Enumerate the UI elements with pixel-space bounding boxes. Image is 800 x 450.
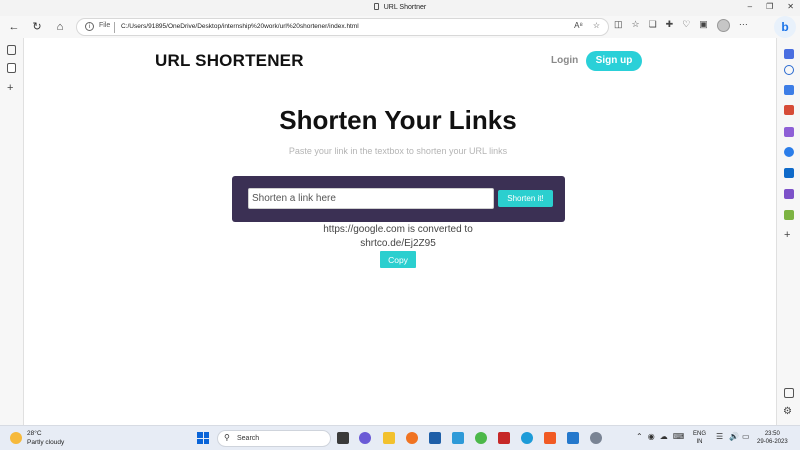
windows-start-icon[interactable]	[197, 432, 209, 444]
back-arrow-icon[interactable]: ←	[6, 19, 22, 35]
page-title: Shorten Your Links	[279, 105, 517, 135]
copy-button[interactable]: Copy	[380, 251, 416, 268]
settings-app-icon[interactable]	[590, 432, 602, 444]
file-label: File	[99, 22, 111, 29]
title-bar: URL Shortner – ❐ ✕	[0, 0, 800, 16]
battery-icon[interactable]: ▭	[742, 432, 750, 441]
weather-temperature[interactable]: 28°C	[27, 430, 42, 437]
notification-bell-icon[interactable]	[784, 49, 794, 59]
read-aloud-icon[interactable]: A⁸	[574, 21, 583, 30]
drop-icon[interactable]	[784, 210, 794, 220]
screenshot-icon[interactable]: ▣	[699, 19, 708, 32]
window-controls: – ❐ ✕	[748, 2, 794, 11]
maximize-icon[interactable]: ❐	[766, 2, 773, 11]
settings-gear-icon[interactable]: ⚙	[783, 406, 792, 417]
edge-sidebar: + ⚙	[776, 38, 800, 425]
info-icon[interactable]: i	[85, 22, 94, 31]
chevron-up-icon[interactable]: ⌃	[636, 432, 643, 441]
chat-icon[interactable]	[359, 432, 371, 444]
login-link[interactable]: Login	[551, 55, 578, 66]
games-icon[interactable]	[784, 127, 794, 137]
browser-window: URL Shortner – ❐ ✕ ← ↻ ⌂ i File C:/Users…	[0, 0, 800, 450]
favorites-icon[interactable]: ☆	[632, 19, 640, 32]
language-code: ENG	[693, 431, 707, 437]
address-bar[interactable]: i File C:/Users/91895/OneDrive/Desktop/i…	[76, 18, 609, 36]
brave-icon[interactable]	[544, 432, 556, 444]
file-explorer-icon[interactable]	[383, 432, 395, 444]
address-divider	[114, 22, 115, 33]
browser-essentials-icon[interactable]: ♡	[682, 19, 690, 32]
more-menu-icon[interactable]: ⋯	[739, 19, 748, 32]
minimize-icon[interactable]: –	[748, 2, 752, 11]
clock[interactable]: 23:50 29-06-2023	[757, 430, 788, 446]
clock-date: 29-06-2023	[757, 439, 788, 445]
antivirus-icon[interactable]: ◉	[648, 432, 655, 441]
tab-current-page[interactable]	[7, 63, 16, 73]
taskbar-search[interactable]: ⚲ Search	[217, 430, 331, 447]
signup-button[interactable]: Sign up	[586, 51, 642, 71]
task-view-icon[interactable]	[337, 432, 349, 444]
window-title-text: URL Shortner	[383, 4, 427, 11]
outlook-icon[interactable]	[784, 168, 794, 178]
toolbar-actions: ◫ ☆ ❏ ✚ ♡ ▣ ⋯	[614, 19, 748, 32]
shorten-form: Shorten it!	[232, 176, 565, 222]
keyboard-icon[interactable]: ⌨	[673, 432, 685, 441]
language-indicator[interactable]: ENG IN	[693, 430, 706, 446]
weather-description[interactable]: Partly cloudy	[27, 439, 64, 446]
new-tab-icon[interactable]: +	[7, 82, 13, 94]
search-icon: ⚲	[224, 433, 230, 442]
store-icon[interactable]	[429, 432, 441, 444]
split-screen-icon[interactable]: ◫	[614, 19, 623, 32]
windows-taskbar: 28°C Partly cloudy ⚲ Search ⌃ ◉ ☁ ⌨ ENG …	[0, 425, 800, 450]
firefox-icon[interactable]	[406, 432, 418, 444]
profile-avatar[interactable]	[716, 19, 730, 32]
refresh-icon[interactable]: ↻	[29, 19, 45, 35]
search-label: Search	[237, 435, 260, 442]
weather-icon[interactable]	[10, 432, 22, 444]
brand-logo[interactable]: URL SHORTENER	[155, 51, 304, 71]
home-icon[interactable]: ⌂	[52, 19, 68, 35]
tab-actions-icon[interactable]	[7, 45, 16, 55]
designer-icon[interactable]	[784, 189, 794, 199]
result-original: https://google.com is converted to	[323, 224, 473, 235]
address-actions: A⁸ ☆	[574, 21, 600, 30]
edge-icon[interactable]	[521, 432, 533, 444]
shorten-button[interactable]: Shorten it!	[498, 190, 553, 207]
web-page: URL SHORTENER Login Sign up Shorten Your…	[25, 38, 776, 425]
page-subtitle: Paste your link in the textbox to shorte…	[288, 146, 508, 156]
extensions-icon[interactable]: ✚	[666, 19, 674, 32]
app-icon[interactable]	[452, 432, 464, 444]
chrome-icon[interactable]	[475, 432, 487, 444]
add-sidebar-app-icon[interactable]: +	[784, 229, 790, 241]
search-icon[interactable]	[784, 65, 794, 75]
close-icon[interactable]: ✕	[787, 2, 794, 11]
shopping-tag-icon[interactable]	[784, 85, 794, 95]
bing-copilot-icon[interactable]: b	[774, 16, 796, 38]
system-tray: ⌃ ◉ ☁ ⌨	[636, 432, 684, 441]
window-title: URL Shortner	[0, 3, 800, 11]
vertical-tab-bar: +	[0, 38, 24, 425]
language-region: IN	[696, 439, 703, 445]
clock-time: 23:50	[764, 431, 780, 437]
microsoft-365-icon[interactable]	[784, 147, 794, 157]
mcafee-icon[interactable]	[498, 432, 510, 444]
cloud-icon[interactable]: ☁	[660, 432, 668, 441]
document-icon	[373, 3, 379, 10]
volume-icon[interactable]: 🔊	[729, 432, 739, 441]
collections-icon[interactable]: ❏	[649, 19, 657, 32]
address-url[interactable]: C:/Users/91895/OneDrive/Desktop/internsh…	[121, 23, 359, 30]
vscode-icon[interactable]	[567, 432, 579, 444]
link-input[interactable]	[248, 188, 494, 209]
hide-sidebar-icon[interactable]	[784, 388, 794, 398]
result-short-link: shrtco.de/Ej2Z95	[360, 238, 436, 249]
favorite-star-icon[interactable]: ☆	[593, 21, 600, 30]
tools-icon[interactable]	[784, 105, 794, 115]
browser-toolbar: ← ↻ ⌂ i File C:/Users/91895/OneDrive/Des…	[0, 16, 800, 38]
wifi-icon[interactable]: ☰	[716, 432, 723, 441]
